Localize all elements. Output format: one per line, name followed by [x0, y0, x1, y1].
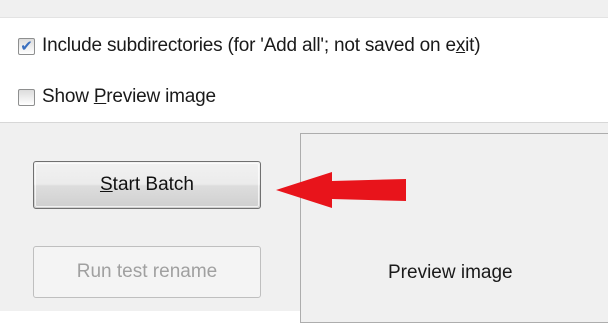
show-preview-option[interactable]: Show Preview image — [18, 86, 216, 108]
preview-image-frame — [300, 133, 608, 323]
start-batch-button[interactable]: Start Batch — [33, 161, 261, 209]
include-subdirectories-checkbox[interactable]: ✔ — [18, 37, 35, 55]
checkmark-icon: ✔ — [20, 37, 33, 55]
preview-image-placeholder: Preview image — [388, 262, 513, 283]
show-preview-label: Show Preview image — [42, 86, 216, 107]
top-panel-strip — [0, 0, 608, 18]
red-arrow-icon — [276, 172, 406, 208]
include-subdirectories-label: Include subdirectories (for 'Add all'; n… — [42, 35, 481, 56]
include-subdirectories-option[interactable]: ✔ Include subdirectories (for 'Add all';… — [18, 35, 481, 57]
run-test-rename-button: Run test rename — [33, 246, 261, 298]
show-preview-checkbox[interactable] — [18, 88, 35, 106]
